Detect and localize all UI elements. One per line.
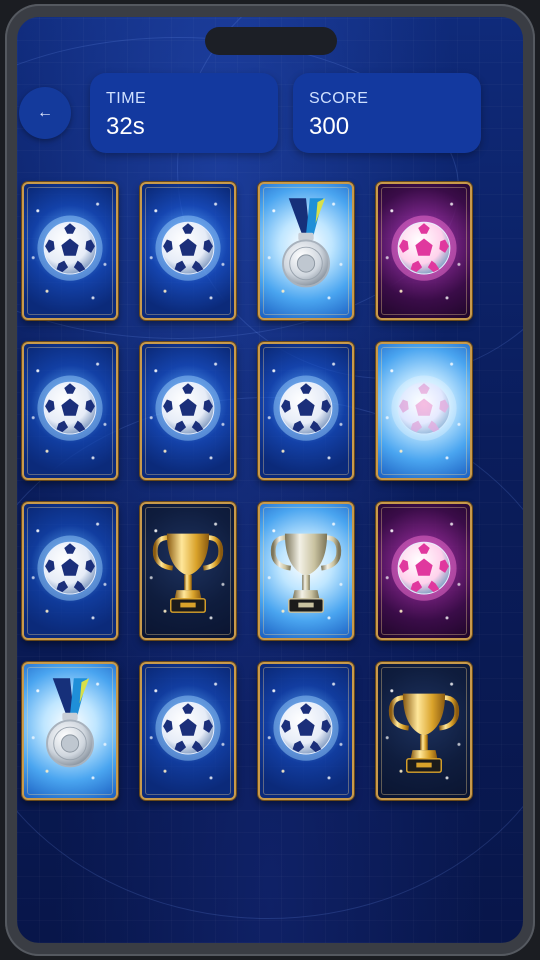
phone-frame: ← TIME 32s SCORE 300 (5, 4, 535, 956)
memory-card[interactable] (258, 342, 354, 480)
memory-card[interactable] (140, 662, 236, 800)
time-label: TIME (106, 90, 147, 107)
memory-card[interactable] (22, 502, 118, 640)
memory-card[interactable] (258, 182, 354, 320)
time-panel: TIME 32s (90, 73, 278, 153)
memory-card[interactable] (376, 182, 472, 320)
memory-card[interactable] (376, 502, 472, 640)
memory-card[interactable] (258, 662, 354, 800)
memory-card[interactable] (140, 342, 236, 480)
camera-notch (205, 27, 337, 55)
memory-card[interactable] (22, 662, 118, 800)
score-label: SCORE (309, 90, 369, 107)
card-grid (22, 182, 482, 800)
score-value: 300 (309, 113, 350, 140)
time-value: 32s (106, 113, 145, 140)
memory-card[interactable] (140, 182, 236, 320)
memory-card[interactable] (376, 342, 472, 480)
score-panel: SCORE 300 (293, 73, 481, 153)
memory-card[interactable] (22, 182, 118, 320)
back-button[interactable]: ← (19, 87, 71, 139)
memory-card[interactable] (22, 342, 118, 480)
game-screen: ← TIME 32s SCORE 300 (17, 17, 523, 943)
memory-card[interactable] (140, 502, 236, 640)
memory-card[interactable] (376, 662, 472, 800)
memory-card[interactable] (258, 502, 354, 640)
arrow-left-icon: ← (37, 104, 53, 121)
